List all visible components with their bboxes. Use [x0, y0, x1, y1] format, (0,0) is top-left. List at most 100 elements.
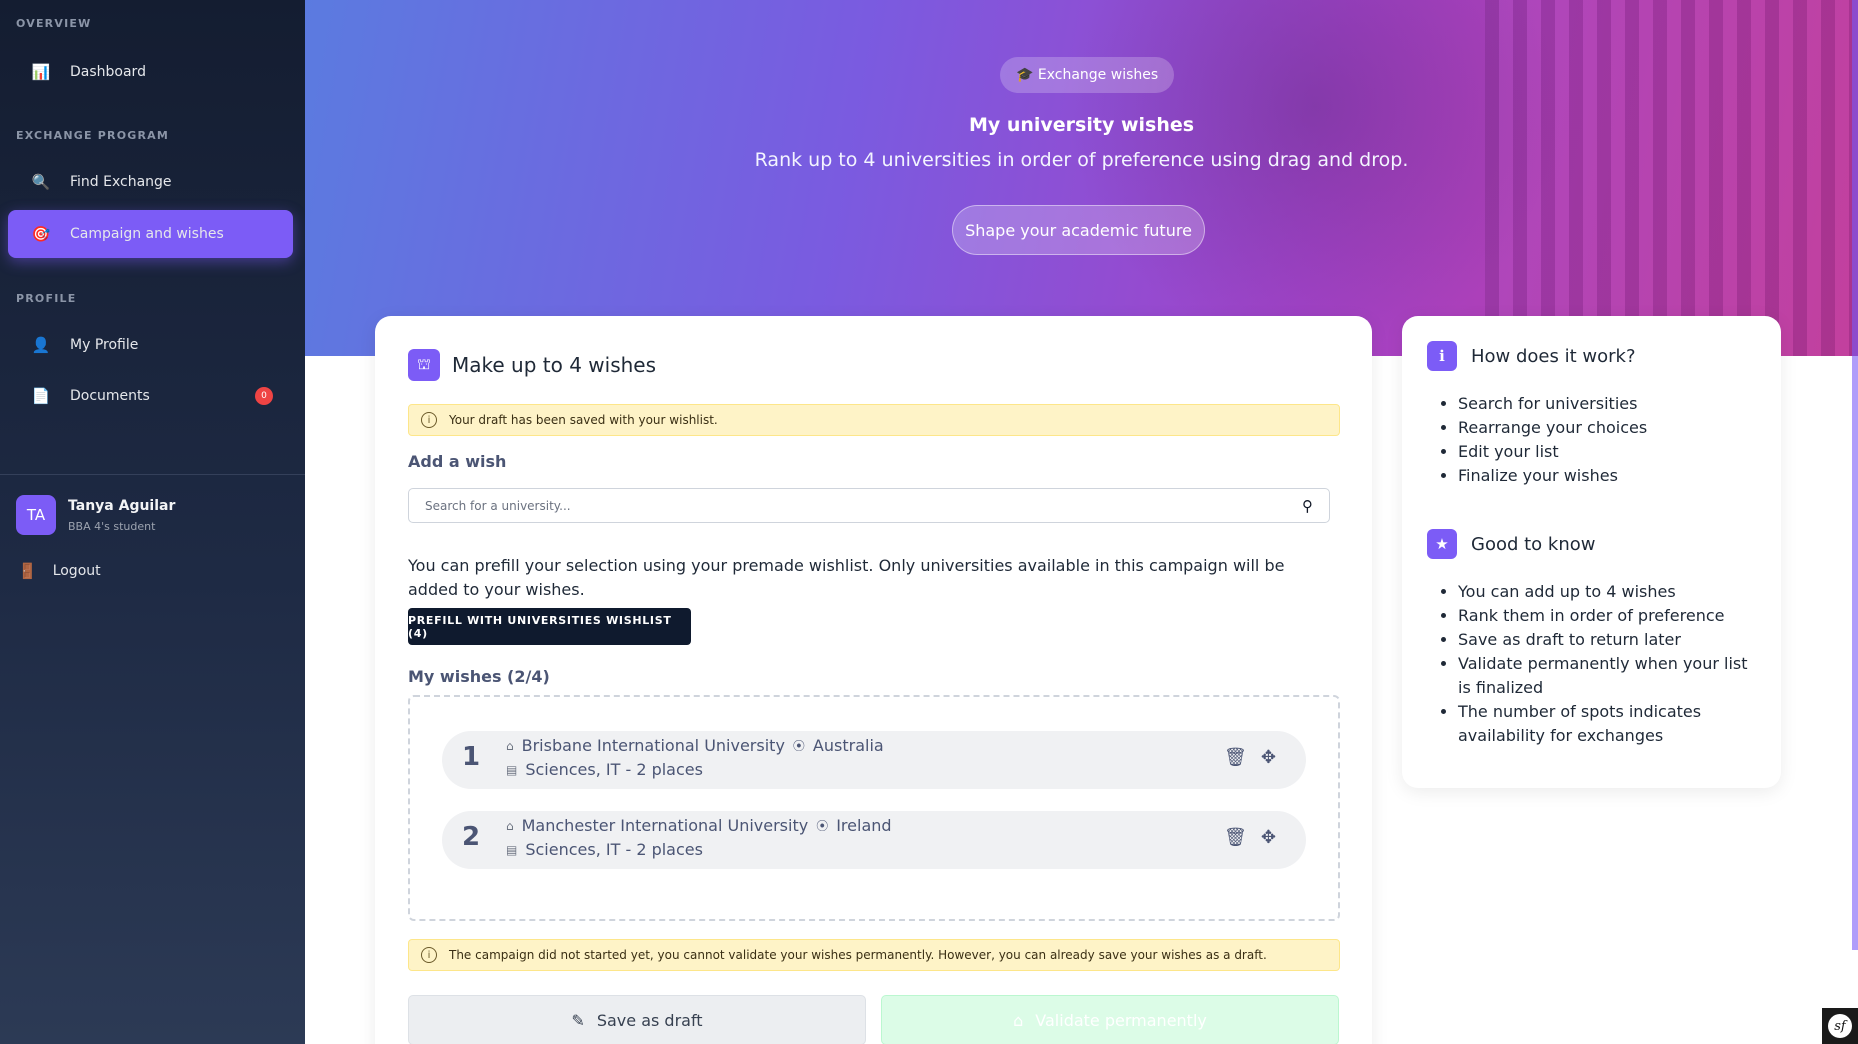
save-draft-label: Save as draft: [596, 1010, 703, 1030]
sidebar-item-my-profile[interactable]: 👤 My Profile: [8, 321, 293, 369]
wish-university-line: ⌂ Brisbane International University ⦿ Au…: [506, 736, 884, 755]
avatar: TA: [16, 495, 56, 535]
magnifier-icon: 🔍: [31, 173, 51, 191]
user-name: Tanya Aguilar: [68, 497, 176, 514]
list-item: The number of spots indicates availabili…: [1458, 700, 1763, 748]
save-draft-icon: ✎: [571, 1010, 585, 1030]
location-pin-icon: ⦿: [792, 739, 805, 753]
wish-country: Ireland: [836, 816, 892, 835]
drag-handle-icon[interactable]: ✥: [1261, 827, 1276, 848]
sidebar-item-label: Campaign and wishes: [70, 226, 224, 242]
wishes-card: ⛫ Make up to 4 wishes i Your draft has b…: [375, 316, 1372, 1044]
hero-bookshelf-decoration: [1485, 0, 1858, 356]
clipboard-icon: ▤: [506, 842, 518, 857]
hero-banner: 🎓 Exchange wishes My university wishes R…: [305, 0, 1858, 356]
trash-icon[interactable]: 🗑: [1224, 747, 1247, 768]
sidebar-item-label: Dashboard: [70, 64, 146, 80]
debug-toolbar-toggle[interactable]: sf: [1822, 1008, 1858, 1044]
user-role: BBA 4's student: [68, 519, 156, 533]
user-card[interactable]: TA Tanya Aguilar BBA 4's student: [16, 495, 175, 535]
save-draft-button[interactable]: ✎ Save as draft: [408, 995, 866, 1044]
wish-actions: 🗑 ✥: [1210, 747, 1276, 768]
wish-details-line: ▤ Sciences, IT - 2 places: [506, 760, 703, 779]
search-input[interactable]: [425, 498, 1302, 513]
wishes-dropzone[interactable]: 1 ⌂ Brisbane International University ⦿ …: [408, 695, 1340, 921]
list-item: Rank them in order of preference: [1458, 604, 1763, 628]
documents-count-badge: 0: [255, 387, 273, 405]
sidebar-divider: [0, 474, 305, 475]
sidebar-item-label: Find Exchange: [70, 174, 172, 190]
how-it-works-title: How does it work?: [1471, 345, 1636, 367]
sidebar-item-dashboard[interactable]: 📊 Dashboard: [8, 48, 293, 96]
sidebar-item-campaign-and-wishes[interactable]: 🎯 Campaign and wishes: [8, 210, 293, 258]
wish-university: Brisbane International University: [521, 736, 785, 755]
list-item: Search for universities: [1458, 392, 1763, 416]
wish-details: Sciences, IT - 2 places: [525, 840, 703, 859]
sidebar-item-find-exchange[interactable]: 🔍 Find Exchange: [8, 158, 293, 206]
validate-permanently-button[interactable]: ⌂ Validate permanently: [881, 995, 1339, 1044]
info-icon: i: [421, 412, 437, 428]
alert-text: The campaign did not started yet, you ca…: [449, 948, 1267, 962]
clipboard-icon: ▤: [506, 762, 518, 777]
star-icon: ★: [1427, 529, 1457, 559]
good-to-know-list: You can add up to 4 wishes Rank them in …: [1458, 580, 1763, 748]
wish-details: Sciences, IT - 2 places: [525, 760, 703, 779]
info-icon: ℹ: [1427, 341, 1457, 371]
wish-item[interactable]: 2 ⌂ Manchester International University …: [442, 811, 1306, 869]
list-item: Edit your list: [1458, 440, 1763, 464]
university-search[interactable]: ⚲: [408, 488, 1330, 523]
section-title-profile: PROFILE: [16, 292, 77, 305]
university-building-icon: ⌂: [1013, 1010, 1024, 1030]
card-header: ⛫ Make up to 4 wishes: [408, 349, 656, 381]
section-title-exchange-program: EXCHANGE PROGRAM: [16, 129, 170, 142]
drag-handle-icon[interactable]: ✥: [1261, 747, 1276, 768]
prefill-description: You can prefill your selection using you…: [408, 556, 1285, 599]
card-title: Make up to 4 wishes: [452, 353, 657, 377]
wish-rank: 2: [462, 822, 481, 852]
help-card: ℹ How does it work? Search for universit…: [1402, 316, 1781, 788]
symfony-logo-icon: sf: [1828, 1014, 1852, 1038]
logout-link[interactable]: 🚪 Logout: [18, 562, 101, 580]
good-to-know-header: ★ Good to know: [1427, 529, 1595, 559]
search-icon[interactable]: ⚲: [1302, 497, 1313, 515]
hero-title: My university wishes: [968, 114, 1195, 136]
wish-university: Manchester International University: [521, 816, 809, 835]
door-icon: 🚪: [18, 562, 37, 580]
university-building-icon: ⌂: [506, 818, 514, 833]
alert-text: Your draft has been saved with your wish…: [449, 413, 718, 427]
validate-label: Validate permanently: [1035, 1010, 1207, 1030]
my-wishes-label: My wishes (2/4): [408, 667, 550, 686]
draft-saved-alert: i Your draft has been saved with your wi…: [408, 404, 1340, 436]
bar-chart-icon: 📊: [31, 63, 51, 81]
sidebar-item-label: Documents: [70, 388, 150, 404]
list-item: Save as draft to return later: [1458, 628, 1763, 652]
sidebar-item-documents[interactable]: 📄 Documents 0: [8, 372, 293, 420]
list-item: Validate permanently when your list is f…: [1458, 652, 1763, 700]
location-pin-icon: ⦿: [816, 819, 829, 833]
prefill-wishlist-button[interactable]: PREFILL WITH UNIVERSITIES WISHLIST (4): [408, 608, 691, 645]
list-item: You can add up to 4 wishes: [1458, 580, 1763, 604]
campaign-not-started-alert: i The campaign did not started yet, you …: [408, 939, 1340, 971]
wish-rank: 1: [462, 742, 481, 772]
wish-university-line: ⌂ Manchester International University ⦿ …: [506, 816, 892, 835]
sidebar-item-label: My Profile: [70, 337, 139, 353]
user-icon: 👤: [31, 336, 51, 354]
logout-label: Logout: [52, 563, 101, 579]
list-item: Finalize your wishes: [1458, 464, 1763, 488]
wish-actions: 🗑 ✥: [1210, 827, 1276, 848]
hero-cta-button[interactable]: Shape your academic future: [952, 205, 1205, 255]
info-icon: i: [421, 947, 437, 963]
wish-details-line: ▤ Sciences, IT - 2 places: [506, 840, 703, 859]
document-icon: 📄: [31, 387, 51, 405]
hero-pill: 🎓 Exchange wishes: [1000, 57, 1175, 93]
how-it-works-header: ℹ How does it work?: [1427, 341, 1636, 371]
sidebar: OVERVIEW 📊 Dashboard EXCHANGE PROGRAM 🔍 …: [0, 0, 305, 1044]
wish-item[interactable]: 1 ⌂ Brisbane International University ⦿ …: [442, 731, 1306, 789]
how-it-works-list: Search for universities Rearrange your c…: [1458, 392, 1763, 488]
page-scrollbar[interactable]: [1852, 0, 1858, 950]
university-building-icon: ⌂: [506, 738, 514, 753]
section-title-overview: OVERVIEW: [16, 17, 92, 30]
trash-icon[interactable]: 🗑: [1224, 827, 1247, 848]
wish-country: Australia: [812, 736, 884, 755]
target-icon: 🎯: [31, 225, 51, 243]
